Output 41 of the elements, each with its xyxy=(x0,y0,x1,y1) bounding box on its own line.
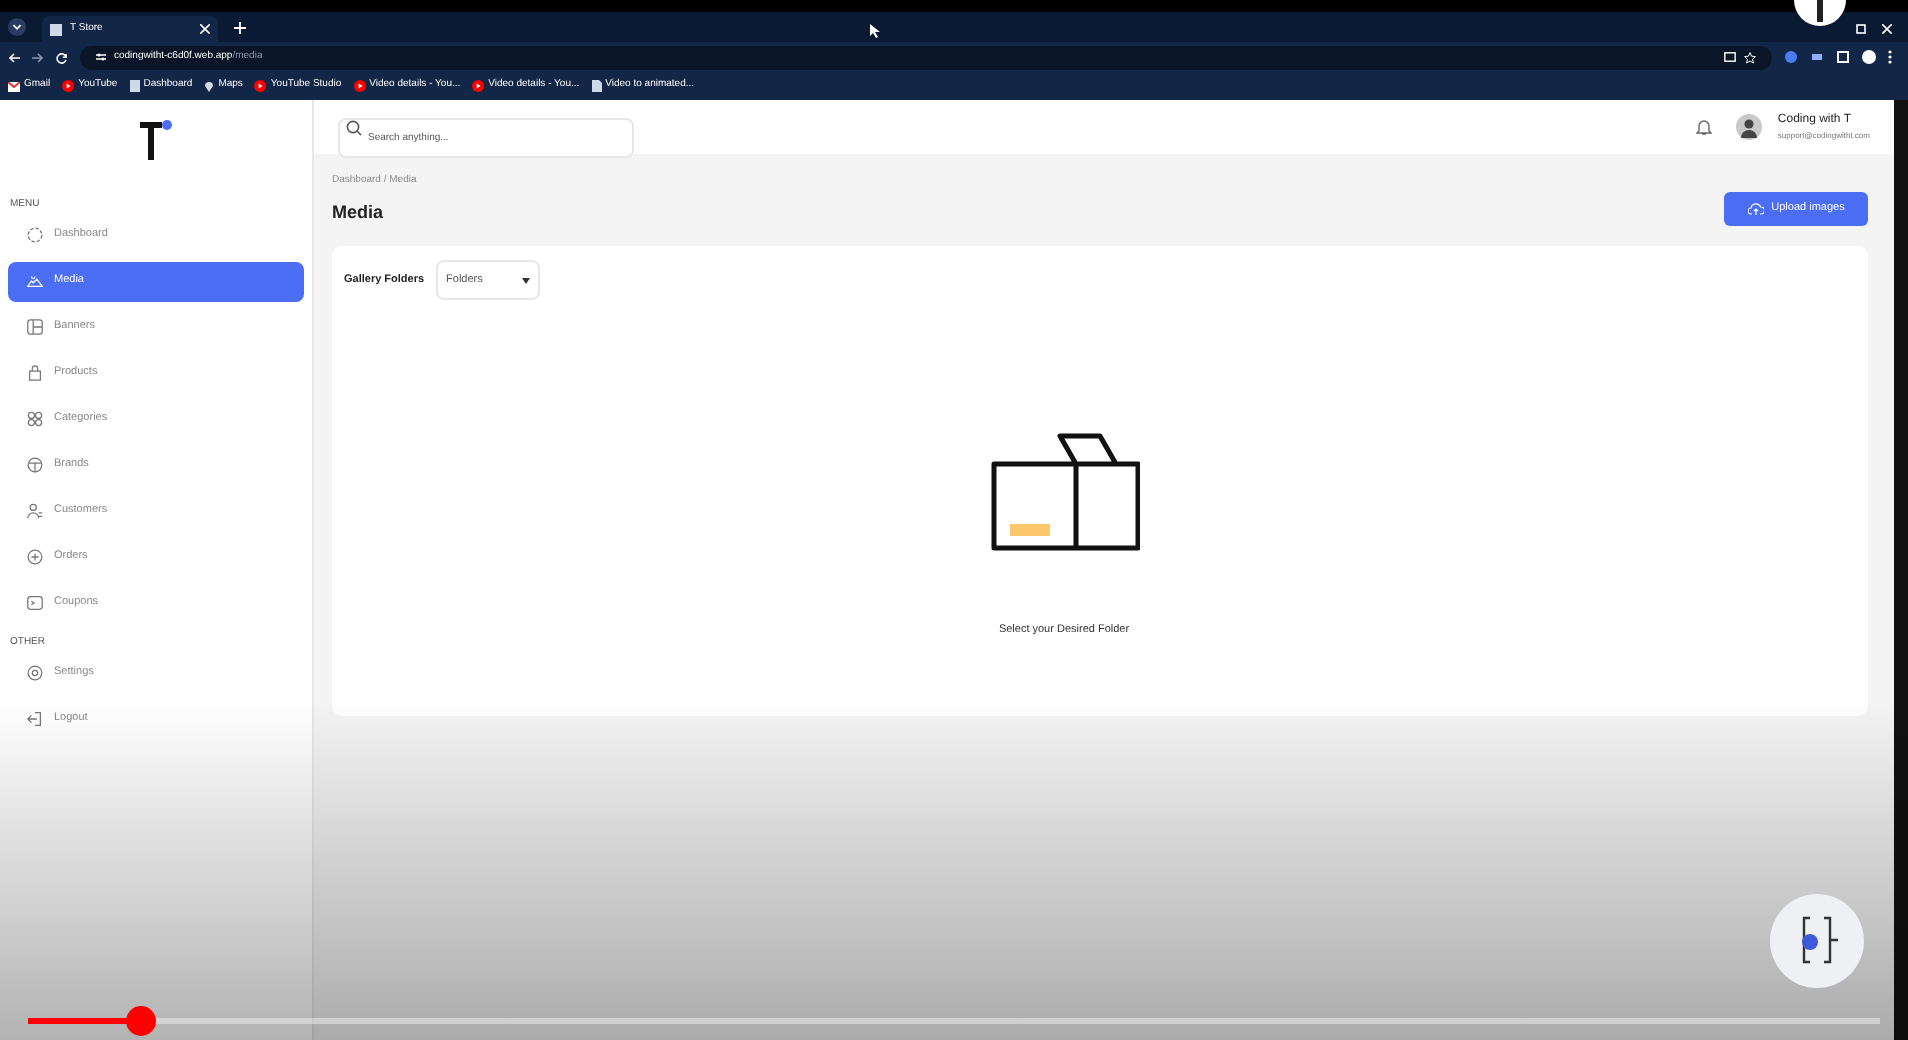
logo-icon xyxy=(140,120,172,160)
close-window-icon[interactable] xyxy=(1882,24,1892,34)
empty-box-icon xyxy=(989,430,1139,554)
restore-window-icon[interactable] xyxy=(1856,24,1866,34)
cursor-icon xyxy=(870,24,880,38)
profile-icon[interactable] xyxy=(1862,50,1876,64)
plus-circle-icon xyxy=(26,548,44,566)
tab-list-icon[interactable] xyxy=(8,18,26,36)
bookmark-star-icon[interactable] xyxy=(1744,51,1756,63)
play-icon xyxy=(353,80,366,92)
map-pin-icon xyxy=(204,80,215,92)
forward-icon[interactable] xyxy=(32,51,44,63)
page-icon xyxy=(129,80,140,92)
tab-favicon-icon xyxy=(50,23,62,35)
layout-icon xyxy=(26,318,44,336)
terminal-icon xyxy=(26,594,44,612)
site-info-icon[interactable] xyxy=(96,52,106,62)
logout-icon xyxy=(26,709,44,727)
page-title: Media xyxy=(332,199,386,225)
grid-icon xyxy=(26,410,44,428)
reload-icon[interactable] xyxy=(56,51,68,63)
image-icon xyxy=(26,272,44,290)
document-icon xyxy=(591,80,602,92)
channel-logo-icon[interactable] xyxy=(1770,894,1864,988)
new-tab-icon[interactable] xyxy=(234,22,246,34)
play-icon xyxy=(472,80,485,92)
cloud-upload-icon xyxy=(1747,202,1764,216)
install-icon[interactable] xyxy=(1724,52,1736,62)
dropdown-caret-icon xyxy=(522,277,531,283)
overlay-logo-icon xyxy=(1794,0,1846,28)
play-icon xyxy=(62,80,75,92)
bag-icon xyxy=(26,364,44,382)
notification-bell-icon[interactable] xyxy=(1695,118,1712,136)
dashboard-icon xyxy=(26,226,44,244)
back-icon[interactable] xyxy=(8,51,20,63)
search-icon xyxy=(346,119,362,135)
play-icon xyxy=(254,80,267,92)
mail-icon xyxy=(8,81,20,91)
gear-icon xyxy=(26,663,44,681)
close-tab-icon[interactable] xyxy=(200,24,210,34)
user-avatar[interactable] xyxy=(1735,114,1762,140)
